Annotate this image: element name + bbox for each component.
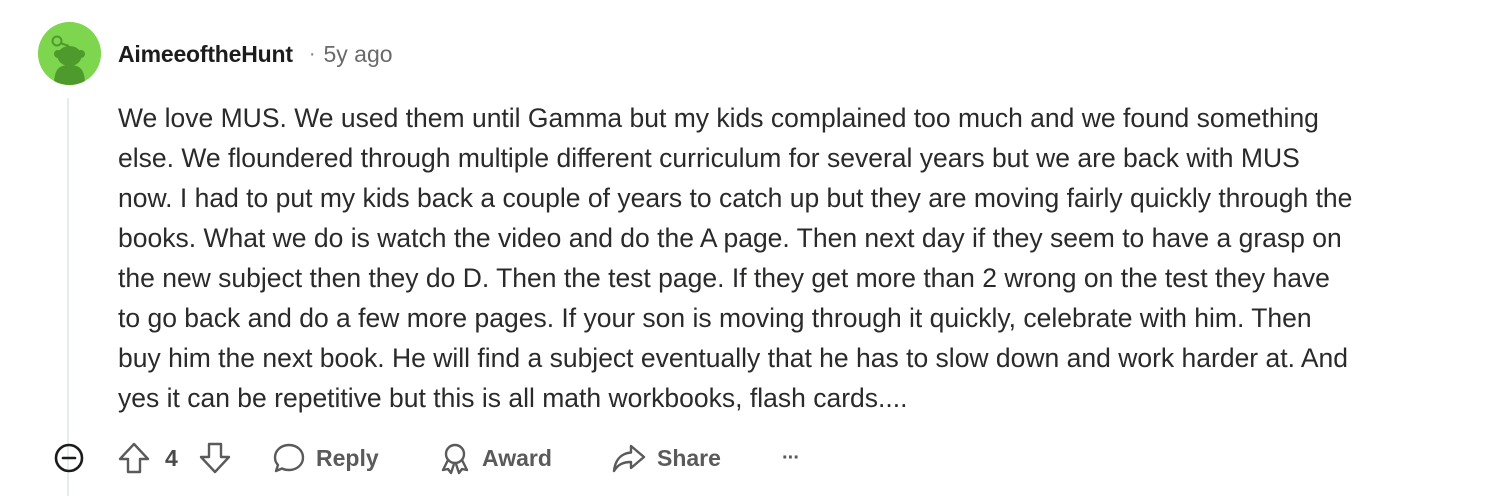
collapse-minus-icon	[54, 443, 84, 473]
downvote-arrow-icon	[199, 442, 231, 474]
snoo-avatar-icon	[38, 22, 101, 85]
comment-line: to go back and do a few more pages. If y…	[118, 303, 1312, 333]
downvote-button[interactable]	[198, 436, 232, 480]
comment-action-bar: 4 Reply Award Share ···	[0, 436, 1490, 480]
share-arrow-icon	[612, 444, 646, 473]
share-button[interactable]: Share	[611, 436, 721, 480]
avatar[interactable]	[38, 22, 101, 85]
award-ribbon-icon	[441, 443, 469, 475]
comment-body: We love MUS. We used them until Gamma bu…	[118, 98, 1490, 418]
comment-line: books. What we do is watch the video and…	[118, 223, 1342, 253]
comment-line: We love MUS. We used them until Gamma bu…	[118, 103, 1319, 133]
comment-line: the new subject then they do D. Then the…	[118, 263, 1330, 293]
timestamp[interactable]: 5y ago	[323, 41, 392, 68]
comment-header: AimeeoftheHunt · 5y ago	[118, 38, 393, 70]
comment-line: now. I had to put my kids back a couple …	[118, 183, 1353, 213]
award-label: Award	[482, 444, 552, 471]
upvote-arrow-icon	[118, 442, 150, 474]
collapse-button[interactable]	[53, 436, 85, 480]
speech-bubble-icon	[273, 443, 305, 473]
award-button[interactable]: Award	[438, 436, 552, 480]
comment-line: buy him the next book. He will find a su…	[118, 343, 1349, 373]
upvote-button[interactable]	[117, 436, 151, 480]
comment-line: else. We floundered through multiple dif…	[118, 143, 1300, 173]
meta-separator: ·	[308, 42, 316, 65]
more-options-button[interactable]: ···	[782, 436, 800, 480]
ellipsis-icon: ···	[782, 446, 800, 469]
reply-label: Reply	[316, 444, 379, 471]
vote-count: 4	[165, 444, 178, 471]
share-label: Share	[657, 444, 721, 471]
username-link[interactable]: AimeeoftheHunt	[118, 41, 293, 68]
comment-line: yes it can be repetitive but this is all…	[118, 383, 908, 413]
reply-button[interactable]: Reply	[272, 436, 379, 480]
